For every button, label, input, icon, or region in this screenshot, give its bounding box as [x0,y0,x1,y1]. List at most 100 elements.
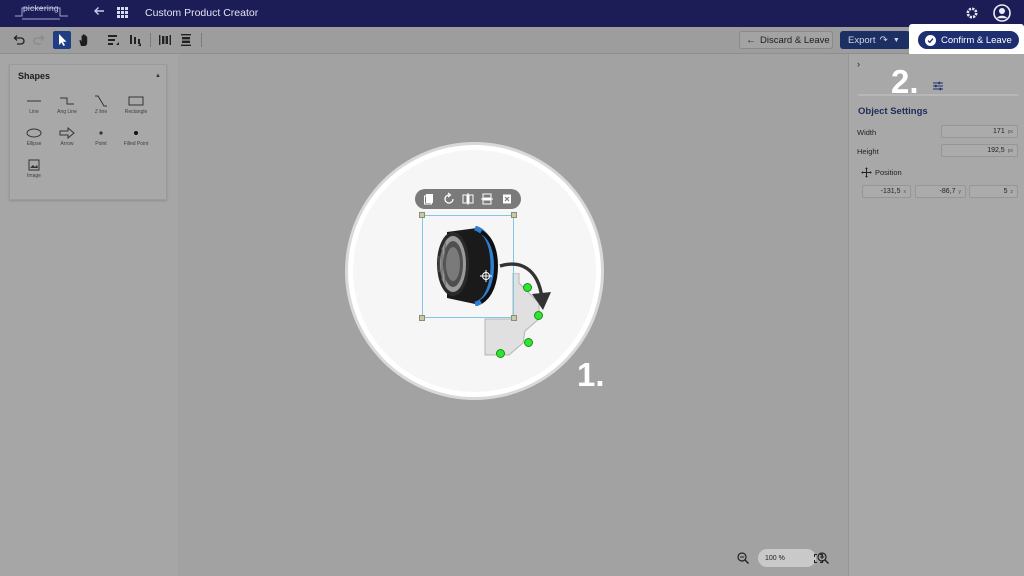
account-icon[interactable] [993,4,1011,22]
move-cursor-icon [480,270,492,282]
position-z-field[interactable]: 5z [969,185,1018,198]
zoom-out-icon[interactable] [736,551,750,565]
shape-label: Image [27,173,41,179]
flip-horizontal-icon[interactable] [461,192,475,206]
shape-filled-point[interactable]: Filled Point [119,127,153,153]
zoom-controls: 100 % [736,549,832,567]
object-context-toolbar [415,189,521,209]
app-header: pickering Custom Product Creator [0,0,1024,27]
share-arrow-icon: ↷ [879,34,888,46]
hand-icon[interactable] [77,33,91,47]
width-value: 171 [993,128,1005,135]
align-horizontal-icon[interactable] [179,33,193,47]
redo-icon[interactable] [32,33,46,47]
confirm-label: Confirm & Leave [941,34,1012,46]
rectangle-icon [128,96,144,106]
shape-label: Z line [94,109,108,115]
shapes-title: Shapes [18,71,51,81]
shape-image[interactable]: Image [17,159,51,185]
align-vertical-icon[interactable] [158,33,172,47]
position-x-field[interactable]: -131,5 x [862,185,911,198]
shape-label: Ang Line [57,109,77,115]
shape-ellipse[interactable]: Ellipse [17,127,51,153]
object-settings-panel: › Object Settings Width 171 px Height 192… [848,54,1024,576]
shape-arrow[interactable]: Arrow [50,127,84,153]
shape-label: Filled Point [123,141,149,147]
shape-label: Rectangle [124,109,148,115]
position-y-field[interactable]: -86,7 y [915,185,966,198]
apps-grid-icon[interactable] [117,7,128,18]
shape-z-line[interactable]: Z line [84,95,118,121]
width-unit: px [1007,128,1013,135]
position-x-value: -131,5 [880,188,901,195]
shape-label: Ellipse [26,141,42,147]
angled-line-icon [60,97,74,105]
position-x-unit: x [903,188,907,195]
filled-point-icon [134,131,138,135]
chevron-down-icon: ▼ [892,36,900,44]
bring-forward-icon[interactable] [106,33,120,47]
toolbar-divider [150,33,151,47]
position-z-value: 5 [1003,188,1008,195]
discard-label: Discard & Leave [760,34,830,46]
rotate-icon[interactable] [442,192,456,206]
delete-icon[interactable] [500,192,514,206]
image-icon [28,159,40,171]
move-icon [861,167,872,178]
shape-line[interactable]: Line [17,95,51,121]
point-icon [99,131,103,135]
resize-handle[interactable] [511,212,517,218]
shape-vertex-point[interactable] [534,311,543,320]
discard-leave-button[interactable]: ← Discard & Leave [739,31,833,49]
position-label: Position [875,168,902,177]
zoom-in-icon[interactable] [816,551,830,565]
width-field[interactable]: 171 px [941,125,1018,138]
zoom-level: 100 % [765,554,785,562]
height-label: Height [857,147,879,156]
pointer-tool-button[interactable] [53,31,71,49]
line-icon [27,100,41,102]
arrow-icon [59,127,75,139]
step-2-annotation: 2. [891,63,919,100]
shape-label: Point [95,141,107,147]
shape-vertex-point[interactable] [524,338,533,347]
undo-icon[interactable] [12,33,26,47]
flip-vertical-icon[interactable] [480,192,494,206]
height-field[interactable]: 192,5 px [941,144,1018,157]
product-image[interactable] [433,226,499,306]
shapes-panel: Shapes ▲ Line Ang Line Z line Rectangle … [9,64,167,200]
height-value: 192,5 [987,147,1005,154]
back-arrow-icon[interactable] [93,5,107,19]
height-unit: px [1007,147,1013,154]
export-button[interactable]: Export ↷ ▼ [840,31,910,49]
resize-handle[interactable] [419,315,425,321]
width-label: Width [857,128,877,137]
zoom-level-pill[interactable]: 100 % [758,549,823,567]
collapse-caret-icon[interactable]: ▲ [155,73,161,79]
send-backward-icon[interactable] [128,33,142,47]
shape-vertex-point[interactable] [496,349,505,358]
back-arrow-icon: ← [746,34,756,46]
toolbar-divider [201,33,202,47]
position-y-unit: y [958,188,962,195]
confirm-leave-button[interactable]: Confirm & Leave [918,31,1019,49]
resize-handle[interactable] [511,315,517,321]
pointer-icon [59,34,67,46]
check-circle-icon [925,34,936,46]
logo-text: pickering [23,3,59,13]
shape-rectangle[interactable]: Rectangle [119,95,153,121]
z-line-icon [95,95,107,107]
page-title: Custom Product Creator [145,7,259,19]
chevron-right-icon[interactable]: › [857,59,860,69]
shape-label: Arrow [60,141,74,147]
duplicate-icon[interactable] [422,192,436,206]
gear-icon[interactable] [965,6,979,20]
position-y-value: -86,7 [939,188,956,195]
ellipse-icon [26,128,42,138]
resize-handle[interactable] [419,212,425,218]
object-settings-title: Object Settings [858,106,928,117]
shape-vertex-point[interactable] [523,283,532,292]
shape-point[interactable]: Point [84,127,118,153]
step-1-annotation: 1. [577,356,605,393]
shape-ang-line[interactable]: Ang Line [50,95,84,121]
